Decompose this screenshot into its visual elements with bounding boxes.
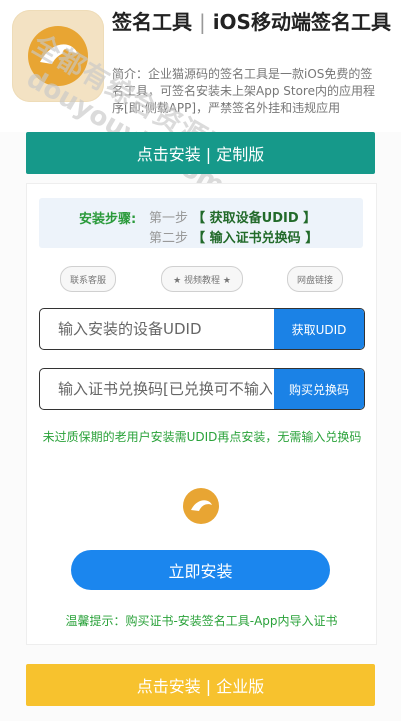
app-logo-icon <box>12 10 104 102</box>
cloud-link-button[interactable]: 网盘链接 <box>287 266 343 292</box>
install-enterprise-button[interactable]: 点击安装 | 企业版 <box>26 664 375 706</box>
app-title-part2: iOS移动端签名工具 <box>212 10 391 34</box>
redeem-code-input[interactable] <box>40 369 272 409</box>
udid-input-group: 获取UDID <box>39 308 365 350</box>
app-title-separator: | <box>198 10 206 34</box>
video-tutorial-button[interactable]: ★ 视频教程 ★ <box>161 266 243 292</box>
udid-input[interactable] <box>40 309 272 349</box>
page: 签名工具 | iOS移动端签名工具 简介：企业猫源码的签名工具是一款iOS免费的… <box>0 0 401 721</box>
small-logo-icon <box>181 486 221 526</box>
app-title-part1: 签名工具 <box>112 10 192 34</box>
step-2-prefix: 第二步 <box>149 231 189 246</box>
udid-notice: 未过质保期的老用户安装需UDID再点安装，无需输入兑换码 <box>42 430 362 444</box>
get-udid-button[interactable]: 获取UDID <box>274 309 364 349</box>
app-description: 简介：企业猫源码的签名工具是一款iOS免费的签名工具，可签名安装未上架App S… <box>112 67 375 115</box>
install-card: 安装步骤: 第一步 【 获取设备UDID 】 第二步 【 输入证书兑换码 】 联… <box>26 183 377 645</box>
step-2-action: 【 输入证书兑换码 】 <box>192 231 319 246</box>
warm-tip: 温馨提示：购买证书-安装签名工具-App内导入证书 <box>65 614 338 628</box>
install-now-button[interactable]: 立即安装 <box>71 550 330 590</box>
code-input-group: 购买兑换码 <box>39 368 365 410</box>
steps-label: 安装步骤: <box>79 212 137 227</box>
step-1: 第一步 【 获取设备UDID 】 <box>149 207 316 226</box>
app-header: 签名工具 | iOS移动端签名工具 简介：企业猫源码的签名工具是一款iOS免费的… <box>0 0 401 132</box>
step-1-action: 【 获取设备UDID 】 <box>192 211 317 226</box>
buy-code-button[interactable]: 购买兑换码 <box>274 369 364 409</box>
step-2: 第二步 【 输入证书兑换码 】 <box>149 227 318 246</box>
quick-links: 联系客服 ★ 视频教程 ★ 网盘链接 <box>27 266 376 294</box>
install-custom-button[interactable]: 点击安装 | 定制版 <box>26 132 375 174</box>
install-steps: 安装步骤: 第一步 【 获取设备UDID 】 第二步 【 输入证书兑换码 】 <box>39 198 363 248</box>
contact-support-button[interactable]: 联系客服 <box>60 266 116 292</box>
app-title: 签名工具 | iOS移动端签名工具 <box>112 8 392 36</box>
step-1-prefix: 第一步 <box>149 211 189 226</box>
